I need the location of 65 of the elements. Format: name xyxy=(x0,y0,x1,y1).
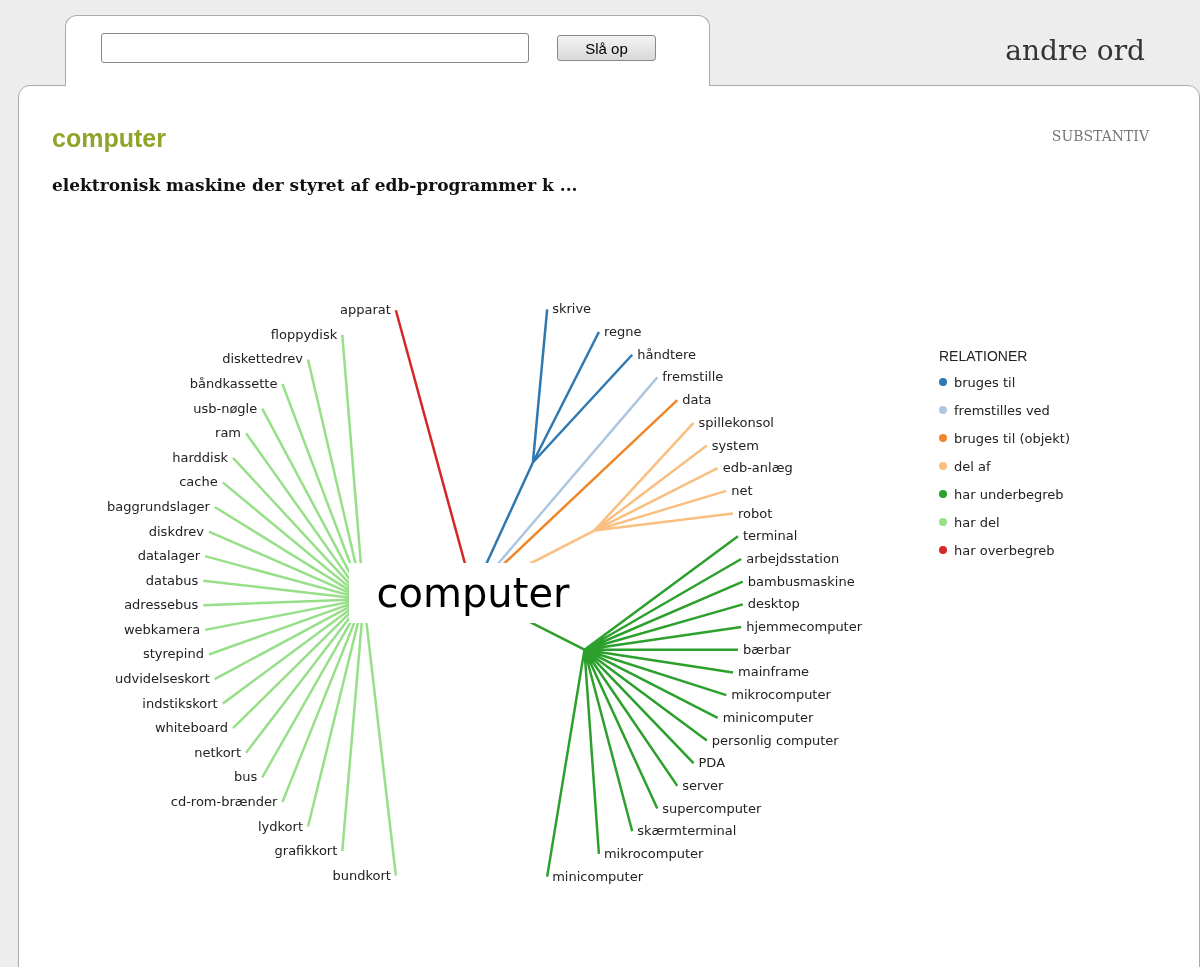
legend-label: del af xyxy=(954,458,991,474)
node-label[interactable]: fremstille xyxy=(662,369,724,385)
node-label[interactable]: hjemmecomputer xyxy=(746,619,863,635)
node-label[interactable]: floppydisk xyxy=(270,326,338,342)
node-label[interactable]: databus xyxy=(145,572,199,588)
node-label[interactable]: bundkort xyxy=(332,867,391,883)
node-label[interactable]: indstikskort xyxy=(142,695,218,711)
definition: elektronisk maskine der styret af edb-programmer k ... xyxy=(51,174,579,195)
node-label[interactable]: bærbar xyxy=(742,641,791,657)
node-label[interactable]: cache xyxy=(179,474,218,490)
node-label[interactable]: minicomputer xyxy=(722,709,814,725)
legend-label: har del xyxy=(954,514,1000,530)
legend-label: bruges til (objekt) xyxy=(954,430,1071,446)
node-label[interactable]: skærmterminal xyxy=(637,823,737,839)
node-label[interactable]: harddisk xyxy=(172,449,229,465)
legend-label: har underbegreb xyxy=(954,486,1064,502)
node-label[interactable]: apparat xyxy=(340,302,391,318)
node-label[interactable]: baggrundslager xyxy=(107,498,210,514)
node-label[interactable]: båndkassette xyxy=(189,376,278,392)
node-label[interactable]: bus xyxy=(233,769,258,785)
node-label[interactable]: cd-rom-brænder xyxy=(170,793,278,809)
node-label[interactable]: personlig computer xyxy=(711,732,839,748)
node-label[interactable]: terminal xyxy=(742,528,798,544)
node-label[interactable]: bambusmaskine xyxy=(747,573,855,589)
node-label[interactable]: supercomputer xyxy=(662,800,762,816)
node-label[interactable]: grafikkort xyxy=(274,843,338,859)
other-words-link[interactable]: andre ord xyxy=(1005,34,1145,67)
search-field[interactable] xyxy=(101,33,529,63)
node-label[interactable]: net xyxy=(731,482,753,498)
node-label[interactable]: robot xyxy=(738,505,773,521)
node-label[interactable]: webkamera xyxy=(124,621,201,637)
node-label[interactable]: PDA xyxy=(698,755,726,771)
node-label[interactable]: arbejdsstation xyxy=(746,550,840,566)
node-label[interactable]: regne xyxy=(603,324,642,340)
node-label[interactable]: ram xyxy=(215,425,242,441)
node-label[interactable]: desktop xyxy=(747,596,800,612)
node-label[interactable]: whiteboard xyxy=(154,720,229,736)
lookup-button[interactable]: Slå op xyxy=(557,35,656,61)
legend-title: RELATIONER xyxy=(939,348,1029,364)
node-label[interactable]: server xyxy=(682,777,724,793)
node-label[interactable]: minicomputer xyxy=(552,868,643,884)
node-label[interactable]: diskettedrev xyxy=(222,351,304,367)
node-label[interactable]: system xyxy=(711,437,759,453)
node-label[interactable]: mikrocomputer xyxy=(603,845,704,861)
legend-label: bruges til xyxy=(954,374,1016,390)
node-label[interactable]: adressebus xyxy=(124,597,199,613)
center-word: computer xyxy=(376,570,570,616)
headword: computer xyxy=(52,124,166,153)
legend-label: fremstilles ved xyxy=(954,402,1050,418)
node-label[interactable]: mainframe xyxy=(738,664,810,680)
node-label[interactable]: håndtere xyxy=(637,346,697,362)
node-label[interactable]: udvidelseskort xyxy=(115,671,210,687)
node-label[interactable]: skrive xyxy=(552,301,592,317)
node-label[interactable]: netkort xyxy=(194,744,242,760)
node-label[interactable]: data xyxy=(682,392,712,408)
node-label[interactable]: datalager xyxy=(137,548,201,564)
legend-label: har overbegreb xyxy=(954,542,1055,558)
node-label[interactable]: lydkort xyxy=(258,818,304,834)
node-label[interactable]: mikrocomputer xyxy=(731,687,831,703)
node-label[interactable]: styrepind xyxy=(142,646,204,662)
node-label[interactable]: edb-anlæg xyxy=(722,460,793,476)
node-label[interactable]: diskdrev xyxy=(148,523,204,539)
node-label[interactable]: usb-nøgle xyxy=(193,400,258,416)
node-label[interactable]: spillekonsol xyxy=(698,414,774,430)
word-class: SUBSTANTIV xyxy=(1051,128,1149,144)
